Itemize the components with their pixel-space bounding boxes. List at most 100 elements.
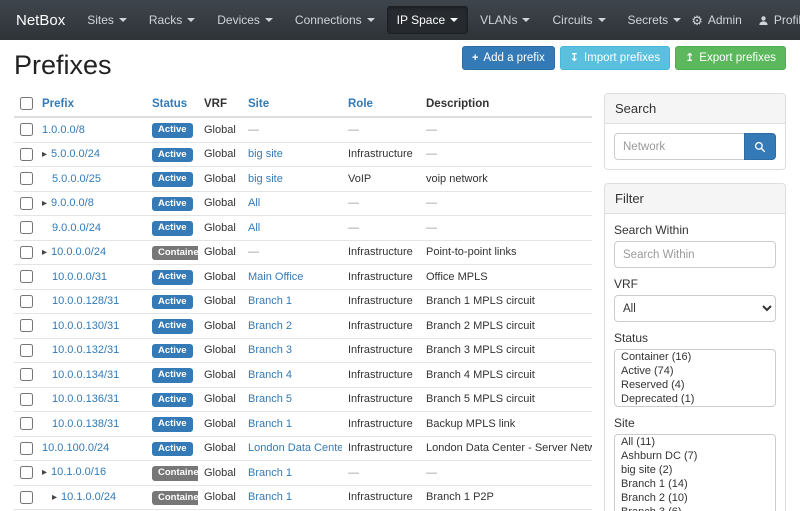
prefix-link[interactable]: 5.0.0.0/25 — [52, 173, 101, 185]
filter-option[interactable]: All (11) — [615, 435, 775, 449]
site-link[interactable]: Branch 5 — [248, 393, 292, 405]
nav-item-secrets[interactable]: Secrets — [618, 6, 692, 34]
nav-item-label: Connections — [295, 13, 362, 27]
prefix-link[interactable]: 10.0.0.0/31 — [52, 271, 107, 283]
site-link[interactable]: All — [248, 197, 260, 209]
role-cell: Infrastructure — [342, 338, 420, 363]
site-link[interactable]: Main Office — [248, 271, 303, 283]
row-checkbox[interactable] — [20, 148, 33, 161]
site-link[interactable]: big site — [248, 148, 283, 160]
search-button[interactable] — [744, 133, 776, 160]
filter-option[interactable]: Ashburn DC (7) — [615, 449, 775, 463]
status-cell: Container — [146, 485, 198, 510]
nav-item-connections[interactable]: Connections — [285, 6, 385, 34]
status-listbox[interactable]: Container (16)Active (74)Reserved (4)Dep… — [614, 349, 776, 407]
site-link[interactable]: Branch 1 — [248, 295, 292, 307]
site-link[interactable]: big site — [248, 173, 283, 185]
prefix-link[interactable]: 9.0.0.0/24 — [52, 222, 101, 234]
site-link[interactable]: Branch 1 — [248, 491, 292, 503]
description-cell: Branch 5 MPLS circuit — [420, 387, 592, 412]
filter-option[interactable]: Branch 3 (6) — [615, 505, 775, 511]
column-header-status[interactable]: Status — [152, 98, 187, 110]
prefix-link[interactable]: 10.0.0.130/31 — [52, 320, 119, 332]
expand-caret-icon[interactable]: ▸ — [52, 492, 57, 503]
prefix-link[interactable]: 10.1.0.0/24 — [61, 491, 116, 503]
search-within-label: Search Within — [614, 223, 776, 237]
prefix-cell: 10.0.0.136/31 — [36, 387, 146, 412]
admin-link[interactable]: ⚙ Admin — [691, 13, 742, 27]
search-within-input[interactable] — [614, 241, 776, 268]
prefix-link[interactable]: 10.0.100.0/24 — [42, 442, 109, 454]
filter-option[interactable]: Deprecated (1) — [615, 392, 775, 406]
site-link[interactable]: London Data Center — [248, 442, 342, 454]
vrf-select[interactable]: All — [614, 295, 776, 322]
row-checkbox[interactable] — [20, 393, 33, 406]
site-link[interactable]: Branch 1 — [248, 418, 292, 430]
site-link[interactable]: Branch 1 — [248, 467, 292, 479]
column-header-site[interactable]: Site — [248, 98, 269, 110]
row-checkbox[interactable] — [20, 417, 33, 430]
app-logo[interactable]: NetBox — [10, 12, 77, 29]
description-cell: London Data Center - Server Network — [420, 436, 592, 461]
site-link[interactable]: Branch 3 — [248, 344, 292, 356]
prefix-link[interactable]: 5.0.0.0/24 — [51, 148, 100, 160]
row-checkbox[interactable] — [20, 270, 33, 283]
prefix-cell: 10.0.0.138/31 — [36, 412, 146, 437]
filter-option[interactable]: Branch 1 (14) — [615, 477, 775, 491]
row-checkbox[interactable] — [20, 172, 33, 185]
status-cell: Active — [146, 142, 198, 167]
filter-option[interactable]: Branch 2 (10) — [615, 491, 775, 505]
prefix-link[interactable]: 10.0.0.136/31 — [52, 393, 119, 405]
filter-option[interactable]: Container (16) — [615, 350, 775, 364]
nav-item-sites[interactable]: Sites — [77, 6, 137, 34]
prefix-link[interactable]: 10.0.0.0/24 — [51, 246, 106, 258]
profile-link[interactable]: Profile — [758, 13, 800, 27]
filter-option[interactable]: big site (2) — [615, 463, 775, 477]
add-prefix-button[interactable]: + Add a prefix — [462, 46, 555, 70]
import-prefixes-button[interactable]: ↧ Import prefixes — [560, 46, 670, 70]
row-checkbox[interactable] — [20, 368, 33, 381]
expand-caret-icon[interactable]: ▸ — [42, 467, 47, 478]
row-checkbox[interactable] — [20, 123, 33, 136]
description-cell: Branch 4 MPLS circuit — [420, 363, 592, 388]
expand-caret-icon[interactable]: ▸ — [42, 198, 47, 209]
site-link[interactable]: Branch 4 — [248, 369, 292, 381]
prefix-link[interactable]: 10.0.0.134/31 — [52, 369, 119, 381]
prefix-link[interactable]: 1.0.0.0/8 — [42, 124, 85, 136]
prefix-link[interactable]: 10.0.0.132/31 — [52, 344, 119, 356]
select-all-checkbox[interactable] — [20, 97, 33, 110]
site-link[interactable]: Branch 2 — [248, 320, 292, 332]
prefix-link[interactable]: 10.0.0.138/31 — [52, 418, 119, 430]
prefix-link[interactable]: 10.0.0.128/31 — [52, 295, 119, 307]
table-header-row: Prefix Status VRF Site Role Description — [14, 91, 592, 117]
row-checkbox[interactable] — [20, 221, 33, 234]
row-checkbox[interactable] — [20, 491, 33, 504]
nav-item-ip-space[interactable]: IP Space — [387, 6, 468, 34]
row-checkbox[interactable] — [20, 344, 33, 357]
row-checkbox[interactable] — [20, 295, 33, 308]
site-link[interactable]: All — [248, 222, 260, 234]
filter-option[interactable]: Active (74) — [615, 364, 775, 378]
row-checkbox[interactable] — [20, 246, 33, 259]
column-header-role[interactable]: Role — [348, 98, 373, 110]
filter-option[interactable]: Reserved (4) — [615, 378, 775, 392]
search-input[interactable] — [614, 133, 744, 160]
role-cell: VoIP — [342, 167, 420, 192]
role-cell: — — [342, 461, 420, 486]
site-listbox[interactable]: All (11)Ashburn DC (7)big site (2)Branch… — [614, 434, 776, 511]
prefix-link[interactable]: 10.1.0.0/16 — [51, 466, 106, 478]
nav-item-racks[interactable]: Racks — [139, 6, 205, 34]
row-checkbox[interactable] — [20, 197, 33, 210]
export-prefixes-button[interactable]: ↥ Export prefixes — [675, 46, 786, 70]
nav-item-vlans[interactable]: VLANs — [470, 6, 540, 34]
prefix-link[interactable]: 9.0.0.0/8 — [51, 197, 94, 209]
column-header-prefix[interactable]: Prefix — [42, 98, 74, 110]
row-checkbox[interactable] — [20, 442, 33, 455]
nav-item-circuits[interactable]: Circuits — [542, 6, 615, 34]
row-checkbox[interactable] — [20, 319, 33, 332]
expand-caret-icon[interactable]: ▸ — [42, 247, 47, 258]
vrf-cell: Global — [198, 363, 242, 388]
row-checkbox[interactable] — [20, 466, 33, 479]
nav-item-devices[interactable]: Devices — [207, 6, 283, 34]
expand-caret-icon[interactable]: ▸ — [42, 149, 47, 160]
